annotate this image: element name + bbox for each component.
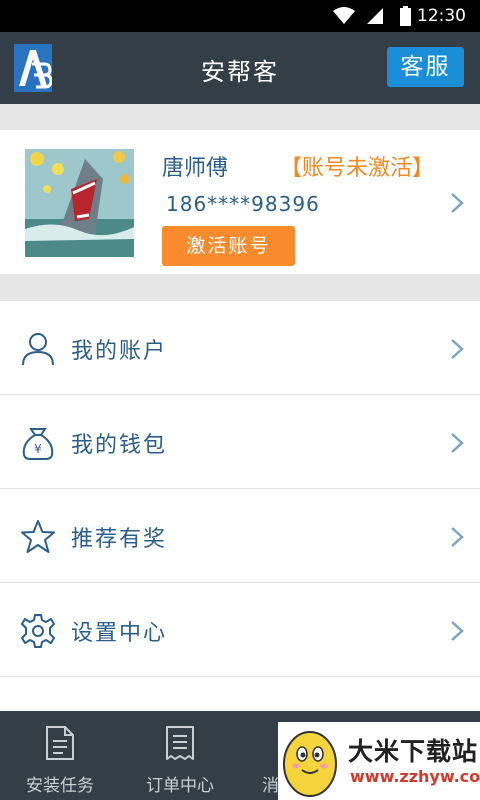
watermark-title: 大米下载站 [348,737,479,766]
user-name: 唐师傅 [162,156,229,181]
menu-item-label: 我的钱包 [71,433,168,458]
watermark: 大米下载站 www.zzhyw.com [278,722,480,800]
star-icon [21,520,55,553]
menu-list: 我的账户 ¥ 我的钱包 推荐有奖 设置中心 [0,301,480,677]
mascot-icon [283,731,337,797]
account-status: 【账号未激活】 [280,156,435,181]
tab-order-center[interactable]: 订单中心 [120,711,240,800]
watermark-url: www.zzhyw.com [350,767,480,786]
signal-icon [367,8,383,24]
customer-service-button[interactable]: 客服 [387,47,464,87]
activate-account-button[interactable]: 激活账号 [162,226,295,266]
svg-text:¥: ¥ [34,442,42,456]
chevron-right-icon [451,433,464,453]
divider [0,104,480,130]
menu-item-label: 推荐有奖 [71,527,168,552]
chevron-right-icon [451,621,464,641]
divider [0,274,480,301]
document-icon [46,726,74,760]
battery-icon [400,6,411,26]
menu-item-label: 我的账户 [71,339,168,364]
menu-item-my-wallet[interactable]: ¥ 我的钱包 [0,395,480,489]
gear-icon [21,614,55,648]
user-icon [22,333,54,366]
tab-label: 安装任务 [26,776,94,796]
clock: 12:30 [417,6,466,26]
receipt-icon [166,726,194,760]
menu-item-label: 设置中心 [71,621,168,646]
chevron-right-icon [451,527,464,547]
profile-card[interactable]: 唐师傅 【账号未激活】 186****98396 激活账号 [0,130,480,274]
title-bar: 安帮客 客服 [0,32,480,104]
menu-item-my-account[interactable]: 我的账户 [0,301,480,395]
status-bar: 12:30 [0,0,480,32]
chevron-right-icon [451,339,464,359]
avatar[interactable] [25,149,134,257]
menu-item-settings[interactable]: 设置中心 [0,583,480,677]
phone-number: 186****98396 [166,192,320,216]
chevron-right-icon [451,193,464,213]
wallet-icon: ¥ [22,428,54,460]
wifi-icon [333,7,355,24]
menu-item-referral-reward[interactable]: 推荐有奖 [0,489,480,583]
tab-install-tasks[interactable]: 安装任务 [0,711,120,800]
tab-label: 订单中心 [146,776,214,796]
